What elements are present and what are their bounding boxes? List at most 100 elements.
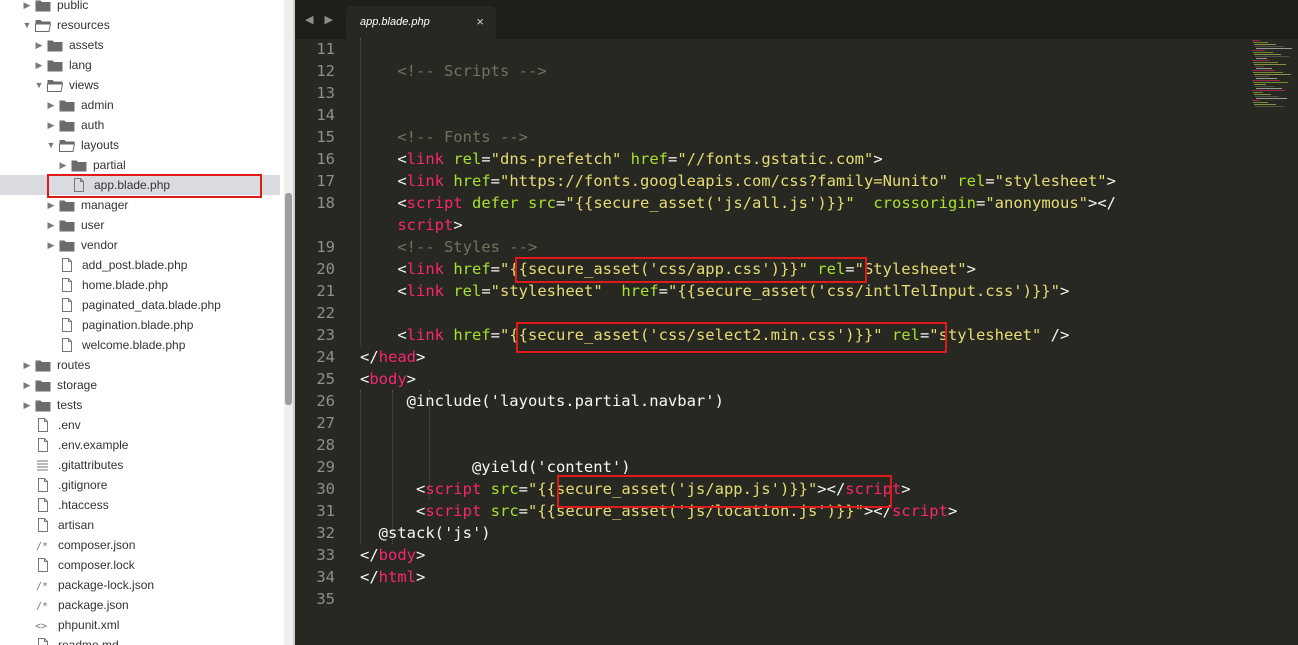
file-icon — [35, 518, 51, 532]
code-token: > — [873, 150, 883, 168]
sidebar-item-pagination-blade-php[interactable]: pagination.blade.php — [0, 315, 280, 335]
code-line[interactable]: <!-- Fonts --> — [397, 126, 528, 148]
tab-nav-arrows[interactable]: ◀ ▶ — [305, 13, 337, 26]
minimap[interactable] — [1250, 40, 1298, 110]
code-token: @yield('content') — [471, 458, 631, 476]
code-line[interactable]: </head> — [360, 346, 425, 368]
chevron-right-icon[interactable]: ▶ — [34, 55, 44, 75]
sidebar-item-resources[interactable]: ▼ resources — [0, 15, 280, 35]
sidebar-item-storage[interactable]: ▶ storage — [0, 375, 280, 395]
sidebar-item-composer-json[interactable]: /* composer.json — [0, 535, 280, 555]
code-token: < — [360, 370, 370, 388]
chevron-right-icon[interactable]: ▶ — [22, 375, 32, 395]
sidebar-scrollbar-thumb[interactable] — [285, 193, 292, 405]
code-line[interactable]: <link href="https://fonts.googleapis.com… — [397, 170, 1116, 192]
chevron-right-icon[interactable]: ▶ — [46, 95, 56, 115]
chevron-down-icon[interactable]: ▼ — [46, 135, 56, 155]
code-line[interactable]: <link rel="dns-prefetch" href="//fonts.g… — [397, 148, 882, 170]
chevron-down-icon[interactable]: ▼ — [22, 15, 32, 35]
sidebar-item-assets[interactable]: ▶ assets — [0, 35, 280, 55]
sidebar-item-artisan[interactable]: artisan — [0, 515, 280, 535]
code-line[interactable]: <script src="{{secure_asset('js/location… — [416, 500, 957, 522]
sidebar-item-auth[interactable]: ▶ auth — [0, 115, 280, 135]
sidebar-item-layouts[interactable]: ▼ layouts — [0, 135, 280, 155]
code-line[interactable]: <!-- Styles --> — [397, 236, 537, 258]
code-line[interactable]: <link href="{{secure_asset('css/app.css'… — [397, 258, 976, 280]
code-line[interactable]: </body> — [360, 544, 425, 566]
sidebar-item-paginated-data-blade-php[interactable]: paginated_data.blade.php — [0, 295, 280, 315]
code-token: body — [378, 546, 416, 564]
code-line[interactable]: <body> — [360, 368, 416, 390]
tab-bar: ◀ ▶ app.blade.php × — [295, 0, 1298, 39]
chevron-right-icon[interactable]: ▶ — [46, 215, 56, 235]
sidebar-item-gitignore[interactable]: .gitignore — [0, 475, 280, 495]
sidebar-item-env[interactable]: .env — [0, 415, 280, 435]
tab-app-blade[interactable]: app.blade.php × — [346, 6, 496, 39]
sidebar-item-welcome-blade-php[interactable]: welcome.blade.php — [0, 335, 280, 355]
sidebar-item-app-blade-php[interactable]: app.blade.php — [0, 175, 280, 195]
close-icon[interactable]: × — [476, 14, 484, 29]
sidebar-item-package-json[interactable]: /* package.json — [0, 595, 280, 615]
code-token: html — [378, 568, 416, 586]
chevron-right-icon[interactable]: ▶ — [22, 355, 32, 375]
code-line[interactable]: <!-- Scripts --> — [397, 60, 546, 82]
minimap-line — [1256, 78, 1277, 79]
sidebar-item-label: user — [81, 218, 105, 232]
chevron-right-icon[interactable]: ▶ — [22, 0, 32, 15]
chevron-right-icon[interactable]: ▶ — [34, 35, 44, 55]
chevron-right-icon[interactable]: ▶ — [46, 235, 56, 255]
code-line[interactable]: <script src="{{secure_asset('js/app.js')… — [416, 478, 911, 500]
sidebar-item-user[interactable]: ▶ user — [0, 215, 280, 235]
sidebar-item-htaccess[interactable]: .htaccess — [0, 495, 280, 515]
code-token: head — [378, 348, 416, 366]
svg-text:/*: /* — [36, 541, 48, 552]
sidebar-item-env-example[interactable]: .env.example — [0, 435, 280, 455]
minimap-line — [1252, 60, 1270, 61]
sidebar-item-lang[interactable]: ▶ lang — [0, 55, 280, 75]
code-token: script — [845, 480, 902, 498]
line-number: 14 — [316, 106, 335, 124]
chevron-right-icon[interactable]: ▶ — [46, 115, 56, 135]
sidebar-item-views[interactable]: ▼ views — [0, 75, 280, 95]
code-token: = — [481, 282, 491, 300]
sidebar-item-label: package-lock.json — [58, 578, 155, 592]
sidebar-item-package-lock-json[interactable]: /* package-lock.json — [0, 575, 280, 595]
code-line[interactable]: @yield('content') — [472, 456, 631, 478]
sidebar-item-partial[interactable]: ▶ partial — [0, 155, 280, 175]
chevron-right-icon[interactable]: ▶ — [46, 195, 56, 215]
code-line[interactable]: </html> — [360, 566, 425, 588]
code-token: <!-- Fonts --> — [397, 128, 528, 146]
chevron-right-icon[interactable]: ▶ — [58, 155, 68, 175]
code-line[interactable]: <link href="{{secure_asset('css/select2.… — [397, 324, 1069, 346]
code-line[interactable]: script> — [397, 214, 462, 236]
sidebar-item-composer-lock[interactable]: composer.lock — [0, 555, 280, 575]
code-token: link — [406, 326, 444, 344]
code-editor[interactable]: 11 12 13 14 15 16 17 18 19 20 21 22 23 24 25 26 27 28 29 30… — [295, 38, 1298, 645]
line-number: 30 — [316, 480, 335, 498]
code-line[interactable]: <script defer src="{{secure_asset('js/al… — [397, 192, 1116, 214]
sidebar-item-admin[interactable]: ▶ admin — [0, 95, 280, 115]
json-file-icon: /* — [35, 578, 51, 592]
sidebar-item-manager[interactable]: ▶ manager — [0, 195, 280, 215]
sidebar-item-routes[interactable]: ▶ routes — [0, 355, 280, 375]
sidebar-item-readme-md[interactable]: readme.md — [0, 635, 280, 645]
chevron-right-icon[interactable]: ▶ — [22, 395, 32, 415]
sidebar-item-home-blade-php[interactable]: home.blade.php — [0, 275, 280, 295]
sidebar-item-public[interactable]: ▶ public — [0, 0, 280, 15]
sidebar-item-gitattributes[interactable]: .gitattributes — [0, 455, 280, 475]
sidebar-item-add-post-blade-php[interactable]: add_post.blade.php — [0, 255, 280, 275]
sidebar-item-vendor[interactable]: ▶ vendor — [0, 235, 280, 255]
code-token: > — [1106, 172, 1116, 190]
code-line[interactable]: <link rel="stylesheet" href="{{secure_as… — [397, 280, 1069, 302]
chevron-down-icon[interactable]: ▼ — [34, 75, 44, 95]
code-token: script — [406, 194, 463, 212]
sidebar-item-phpunit-xml[interactable]: <> phpunit.xml — [0, 615, 280, 635]
code-line[interactable]: @stack('js') — [379, 522, 491, 544]
sidebar-item-tests[interactable]: ▶ tests — [0, 395, 280, 415]
sidebar-item-label: readme.md — [58, 638, 119, 645]
code-line[interactable]: @include('layouts.partial.navbar') — [407, 390, 724, 412]
